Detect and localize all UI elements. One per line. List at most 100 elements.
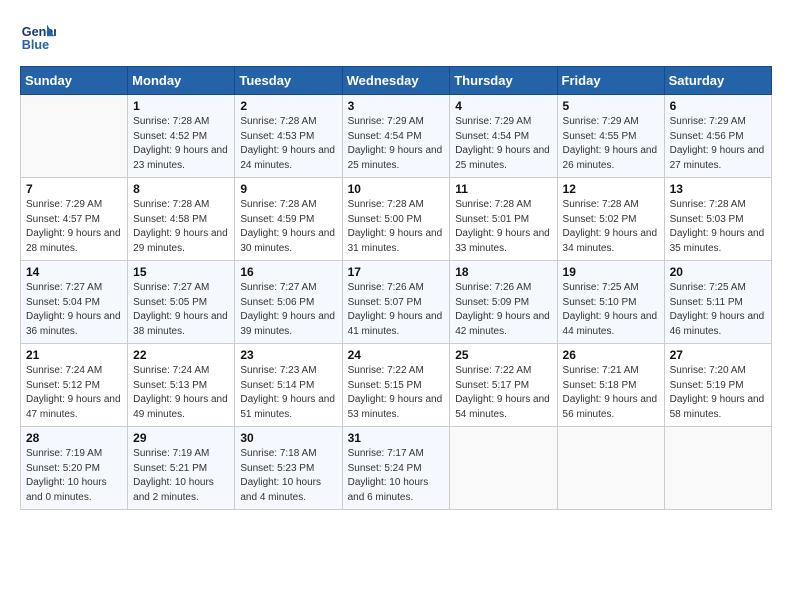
day-number: 4	[455, 99, 551, 113]
day-number: 9	[240, 182, 336, 196]
day-number: 12	[563, 182, 659, 196]
day-info: Sunrise: 7:19 AMSunset: 5:20 PMDaylight:…	[26, 448, 107, 503]
day-info: Sunrise: 7:23 AMSunset: 5:14 PMDaylight:…	[240, 365, 335, 420]
calendar-cell: 17 Sunrise: 7:26 AMSunset: 5:07 PMDaylig…	[342, 261, 450, 344]
svg-text:Blue: Blue	[22, 38, 49, 52]
day-number: 3	[348, 99, 445, 113]
calendar-cell: 3 Sunrise: 7:29 AMSunset: 4:54 PMDayligh…	[342, 95, 450, 178]
weekday-tuesday: Tuesday	[235, 67, 342, 95]
calendar-cell: 19 Sunrise: 7:25 AMSunset: 5:10 PMDaylig…	[557, 261, 664, 344]
day-info: Sunrise: 7:27 AMSunset: 5:05 PMDaylight:…	[133, 282, 228, 337]
calendar-cell	[664, 427, 771, 510]
calendar-cell: 24 Sunrise: 7:22 AMSunset: 5:15 PMDaylig…	[342, 344, 450, 427]
day-info: Sunrise: 7:20 AMSunset: 5:19 PMDaylight:…	[670, 365, 765, 420]
calendar-cell: 13 Sunrise: 7:28 AMSunset: 5:03 PMDaylig…	[664, 178, 771, 261]
day-info: Sunrise: 7:28 AMSunset: 5:03 PMDaylight:…	[670, 199, 765, 254]
calendar-cell: 26 Sunrise: 7:21 AMSunset: 5:18 PMDaylig…	[557, 344, 664, 427]
day-info: Sunrise: 7:29 AMSunset: 4:54 PMDaylight:…	[455, 116, 550, 171]
calendar-cell: 25 Sunrise: 7:22 AMSunset: 5:17 PMDaylig…	[450, 344, 557, 427]
logo: General Blue	[20, 20, 56, 56]
day-number: 16	[240, 265, 336, 279]
page-header: General Blue	[20, 20, 772, 56]
calendar-cell	[557, 427, 664, 510]
calendar-cell: 9 Sunrise: 7:28 AMSunset: 4:59 PMDayligh…	[235, 178, 342, 261]
day-number: 29	[133, 431, 229, 445]
day-number: 5	[563, 99, 659, 113]
calendar-cell: 6 Sunrise: 7:29 AMSunset: 4:56 PMDayligh…	[664, 95, 771, 178]
day-info: Sunrise: 7:28 AMSunset: 4:59 PMDaylight:…	[240, 199, 335, 254]
day-number: 30	[240, 431, 336, 445]
calendar-cell	[21, 95, 128, 178]
calendar-cell: 29 Sunrise: 7:19 AMSunset: 5:21 PMDaylig…	[128, 427, 235, 510]
calendar-cell: 14 Sunrise: 7:27 AMSunset: 5:04 PMDaylig…	[21, 261, 128, 344]
day-info: Sunrise: 7:24 AMSunset: 5:13 PMDaylight:…	[133, 365, 228, 420]
day-number: 18	[455, 265, 551, 279]
day-info: Sunrise: 7:21 AMSunset: 5:18 PMDaylight:…	[563, 365, 658, 420]
day-number: 15	[133, 265, 229, 279]
day-number: 14	[26, 265, 122, 279]
day-info: Sunrise: 7:28 AMSunset: 4:52 PMDaylight:…	[133, 116, 228, 171]
weekday-friday: Friday	[557, 67, 664, 95]
day-number: 19	[563, 265, 659, 279]
calendar-cell: 16 Sunrise: 7:27 AMSunset: 5:06 PMDaylig…	[235, 261, 342, 344]
day-number: 28	[26, 431, 122, 445]
day-info: Sunrise: 7:22 AMSunset: 5:17 PMDaylight:…	[455, 365, 550, 420]
day-number: 21	[26, 348, 122, 362]
day-number: 13	[670, 182, 766, 196]
calendar-cell: 2 Sunrise: 7:28 AMSunset: 4:53 PMDayligh…	[235, 95, 342, 178]
day-number: 31	[348, 431, 445, 445]
day-info: Sunrise: 7:19 AMSunset: 5:21 PMDaylight:…	[133, 448, 214, 503]
calendar-cell: 23 Sunrise: 7:23 AMSunset: 5:14 PMDaylig…	[235, 344, 342, 427]
day-number: 25	[455, 348, 551, 362]
calendar-cell: 10 Sunrise: 7:28 AMSunset: 5:00 PMDaylig…	[342, 178, 450, 261]
day-number: 17	[348, 265, 445, 279]
day-info: Sunrise: 7:26 AMSunset: 5:07 PMDaylight:…	[348, 282, 443, 337]
calendar-cell: 12 Sunrise: 7:28 AMSunset: 5:02 PMDaylig…	[557, 178, 664, 261]
logo-icon: General Blue	[20, 20, 56, 56]
calendar-cell: 5 Sunrise: 7:29 AMSunset: 4:55 PMDayligh…	[557, 95, 664, 178]
day-number: 7	[26, 182, 122, 196]
day-info: Sunrise: 7:28 AMSunset: 5:01 PMDaylight:…	[455, 199, 550, 254]
day-number: 27	[670, 348, 766, 362]
calendar-cell: 4 Sunrise: 7:29 AMSunset: 4:54 PMDayligh…	[450, 95, 557, 178]
calendar-cell: 7 Sunrise: 7:29 AMSunset: 4:57 PMDayligh…	[21, 178, 128, 261]
day-info: Sunrise: 7:22 AMSunset: 5:15 PMDaylight:…	[348, 365, 443, 420]
calendar-cell	[450, 427, 557, 510]
calendar-cell: 11 Sunrise: 7:28 AMSunset: 5:01 PMDaylig…	[450, 178, 557, 261]
day-number: 11	[455, 182, 551, 196]
day-number: 24	[348, 348, 445, 362]
calendar-cell: 22 Sunrise: 7:24 AMSunset: 5:13 PMDaylig…	[128, 344, 235, 427]
day-info: Sunrise: 7:25 AMSunset: 5:11 PMDaylight:…	[670, 282, 765, 337]
calendar-cell: 28 Sunrise: 7:19 AMSunset: 5:20 PMDaylig…	[21, 427, 128, 510]
day-info: Sunrise: 7:28 AMSunset: 5:02 PMDaylight:…	[563, 199, 658, 254]
calendar-table: SundayMondayTuesdayWednesdayThursdayFrid…	[20, 66, 772, 510]
calendar-cell: 1 Sunrise: 7:28 AMSunset: 4:52 PMDayligh…	[128, 95, 235, 178]
day-info: Sunrise: 7:27 AMSunset: 5:06 PMDaylight:…	[240, 282, 335, 337]
day-number: 6	[670, 99, 766, 113]
day-info: Sunrise: 7:28 AMSunset: 4:53 PMDaylight:…	[240, 116, 335, 171]
calendar-cell: 8 Sunrise: 7:28 AMSunset: 4:58 PMDayligh…	[128, 178, 235, 261]
day-info: Sunrise: 7:29 AMSunset: 4:54 PMDaylight:…	[348, 116, 443, 171]
weekday-sunday: Sunday	[21, 67, 128, 95]
day-info: Sunrise: 7:29 AMSunset: 4:56 PMDaylight:…	[670, 116, 765, 171]
day-info: Sunrise: 7:29 AMSunset: 4:55 PMDaylight:…	[563, 116, 658, 171]
day-number: 26	[563, 348, 659, 362]
calendar-cell: 30 Sunrise: 7:18 AMSunset: 5:23 PMDaylig…	[235, 427, 342, 510]
day-number: 8	[133, 182, 229, 196]
day-number: 10	[348, 182, 445, 196]
calendar-cell: 18 Sunrise: 7:26 AMSunset: 5:09 PMDaylig…	[450, 261, 557, 344]
day-info: Sunrise: 7:26 AMSunset: 5:09 PMDaylight:…	[455, 282, 550, 337]
day-info: Sunrise: 7:27 AMSunset: 5:04 PMDaylight:…	[26, 282, 121, 337]
day-info: Sunrise: 7:28 AMSunset: 4:58 PMDaylight:…	[133, 199, 228, 254]
day-number: 23	[240, 348, 336, 362]
day-info: Sunrise: 7:29 AMSunset: 4:57 PMDaylight:…	[26, 199, 121, 254]
weekday-thursday: Thursday	[450, 67, 557, 95]
calendar-cell: 15 Sunrise: 7:27 AMSunset: 5:05 PMDaylig…	[128, 261, 235, 344]
calendar-cell: 20 Sunrise: 7:25 AMSunset: 5:11 PMDaylig…	[664, 261, 771, 344]
day-info: Sunrise: 7:28 AMSunset: 5:00 PMDaylight:…	[348, 199, 443, 254]
weekday-wednesday: Wednesday	[342, 67, 450, 95]
day-info: Sunrise: 7:17 AMSunset: 5:24 PMDaylight:…	[348, 448, 429, 503]
calendar-cell: 31 Sunrise: 7:17 AMSunset: 5:24 PMDaylig…	[342, 427, 450, 510]
calendar-cell: 21 Sunrise: 7:24 AMSunset: 5:12 PMDaylig…	[21, 344, 128, 427]
day-number: 22	[133, 348, 229, 362]
